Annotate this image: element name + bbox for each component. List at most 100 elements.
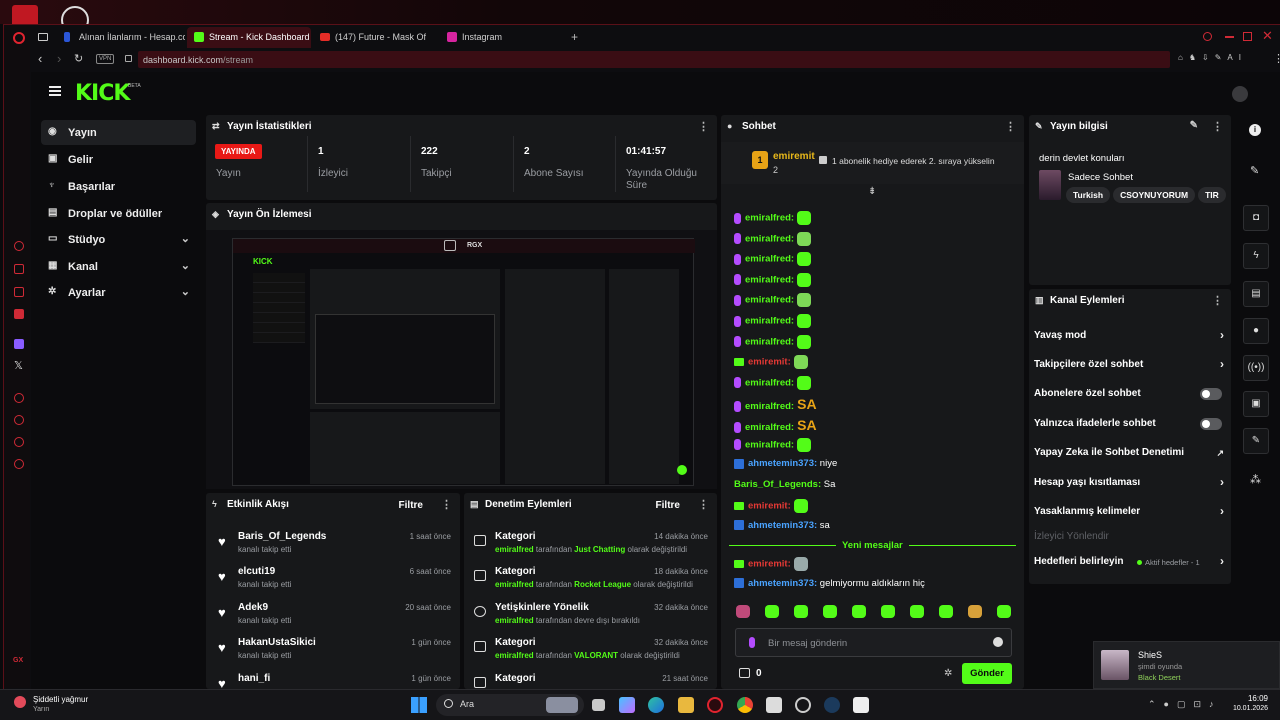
chat-username[interactable]: emiralfred: (745, 233, 794, 244)
action-account-age[interactable]: Hesap yaşı kısıtlaması › (1034, 470, 1224, 499)
chat-message[interactable]: emiralfred: (734, 211, 812, 229)
chat-message[interactable]: ahmetemin373: niye (734, 458, 837, 476)
app-icon-2[interactable] (853, 697, 869, 713)
tab-2[interactable]: Stream - Kick Dashboard (187, 27, 311, 48)
game-notification[interactable]: ShieS şimdi oyunda Black Desert (1093, 641, 1280, 689)
emote-icon[interactable] (765, 605, 779, 618)
gx-icon[interactable]: GX (13, 657, 23, 664)
action-set-goals[interactable]: Hedefleri belirleyin Aktif hedefler - 1 … (1034, 549, 1224, 578)
chat-username[interactable]: ahmetemin373: (748, 520, 817, 531)
more-icon[interactable]: ⋮ (698, 498, 709, 511)
action-ai-moderation[interactable]: Yapay Zeka ile Sohbet Denetimi ↗ (1034, 440, 1224, 469)
chat-message[interactable]: emiralfred: SA (734, 396, 817, 414)
sidebar-icon-2[interactable] (14, 264, 24, 274)
rail-button-broadcast[interactable]: ((•)) (1243, 355, 1269, 381)
nav-item-achievements[interactable]: ♆ Başarılar (41, 174, 196, 199)
tray-icons[interactable]: ⌃●▢⊡♪ (1148, 699, 1222, 710)
emote-icon[interactable] (910, 605, 924, 618)
nav-item-revenue[interactable]: ▣ Gelir (41, 147, 196, 172)
sidebar-icon-5[interactable] (14, 393, 24, 403)
chrome-icon[interactable] (737, 697, 753, 713)
tag[interactable]: CSOYNUYORUM (1113, 187, 1196, 203)
maximize-icon[interactable] (1243, 32, 1252, 41)
popout-icon[interactable] (444, 240, 456, 251)
tag[interactable]: Turkish (1066, 187, 1111, 203)
chat-username[interactable]: ahmetemin373: (748, 458, 817, 469)
more-icon[interactable]: ⋮ (1212, 120, 1223, 133)
info-icon[interactable]: i (1249, 124, 1261, 136)
settings-icon[interactable] (14, 459, 24, 469)
shapes-icon[interactable]: ⁂ (1250, 473, 1261, 486)
minimize-icon[interactable] (1225, 36, 1234, 38)
weather-icon[interactable] (14, 696, 26, 708)
toggle-switch[interactable] (1200, 388, 1222, 400)
send-button[interactable]: Gönder (962, 663, 1012, 684)
chat-username[interactable]: ahmetemin373: (748, 578, 817, 589)
extensions-icons[interactable]: ⌂♞⇩✎AI (1178, 53, 1268, 65)
chat-message[interactable]: ahmetemin373: gelmiyormu aldıkların hiç (734, 578, 925, 596)
chat-username[interactable]: emiremit: (748, 559, 791, 570)
emote-icon[interactable] (794, 605, 808, 618)
menu-icon[interactable]: ⋮ (1273, 52, 1280, 65)
tab-4[interactable]: Instagram (440, 27, 540, 48)
steam-icon[interactable] (824, 697, 840, 713)
chat-username[interactable]: emiralfred: (745, 254, 794, 265)
chat-message[interactable]: emiralfred: (734, 231, 812, 250)
forward-icon[interactable]: › (57, 51, 61, 66)
explorer-icon[interactable] (678, 697, 694, 713)
emote-icon[interactable] (997, 605, 1011, 618)
chat-message[interactable]: Baris_Of_Legends: Sa (734, 479, 835, 497)
search-tabs-icon[interactable] (1203, 32, 1212, 41)
rail-button-camera[interactable]: ◘ (1243, 205, 1269, 231)
action-subscribers-only[interactable]: Abonelere özel sohbet (1034, 381, 1224, 410)
tab-3[interactable]: (147) Future - Mask Of (313, 27, 433, 48)
action-slow-mode[interactable]: Yavaş mod › (1034, 323, 1224, 352)
sidebar-icon-4[interactable] (14, 309, 24, 319)
chat-username[interactable]: emiralfred: (745, 274, 794, 285)
chat-username[interactable]: emiremit: (748, 357, 791, 368)
nav-item-channel[interactable]: ▦ Kanal ⌄ (41, 254, 196, 279)
emote-icon[interactable] (823, 605, 837, 618)
x-icon[interactable]: 𝕏 (14, 361, 23, 372)
opera-logo-icon[interactable] (13, 32, 25, 44)
rail-button-wrench[interactable]: ✎ (1243, 428, 1269, 454)
copilot-icon[interactable] (619, 697, 635, 713)
reload-icon[interactable]: ↻ (74, 52, 83, 65)
sidebar-icon-3[interactable] (14, 287, 24, 297)
taskbar-search[interactable]: Ara (436, 694, 584, 716)
rail-button-notes[interactable]: ▤ (1243, 281, 1269, 307)
kick-logo[interactable]: KICK (75, 81, 130, 106)
action-followers-only[interactable]: Takipçilere özel sohbet › (1034, 352, 1224, 381)
emote-icon[interactable] (736, 605, 750, 618)
app-icon[interactable] (795, 697, 811, 713)
tag[interactable]: TIR (1198, 187, 1226, 203)
nav-item-drops[interactable]: ▤ Droplar ve ödüller (41, 201, 196, 226)
clock-icon[interactable] (14, 415, 24, 425)
chat-message[interactable]: emiremit: (734, 355, 808, 373)
chat-username[interactable]: emiralfred: (745, 316, 794, 327)
opera-gx-icon[interactable] (707, 697, 723, 713)
emote-icon[interactable] (968, 605, 982, 618)
filter-button[interactable]: Filtre (656, 500, 680, 511)
tab-panel-icon[interactable] (38, 33, 48, 41)
pencil-icon[interactable]: ✎ (1250, 164, 1259, 177)
chat-username[interactable]: emiralfred: (745, 295, 794, 306)
chat-message[interactable]: ahmetemin373: sa (734, 520, 830, 538)
chat-username[interactable]: emiralfred: (745, 439, 794, 450)
edge-icon[interactable] (648, 697, 664, 713)
chat-username[interactable]: Baris_Of_Legends: (734, 479, 821, 490)
emoji-icon[interactable] (993, 637, 1003, 647)
new-tab-icon[interactable]: + (571, 30, 578, 44)
chat-username[interactable]: emiralfred: (745, 377, 794, 388)
more-icon[interactable]: ⋮ (1005, 120, 1016, 133)
action-emotes-only[interactable]: Yalnızca ifadelerle sohbet (1034, 411, 1224, 440)
more-icon[interactable]: ⋮ (441, 498, 452, 511)
scroll-down-icon[interactable]: ⇟ (868, 186, 876, 197)
rail-button-layout[interactable]: ▣ (1243, 391, 1269, 417)
stream-preview-video[interactable]: KICK RGX (206, 230, 717, 489)
store-icon[interactable] (766, 697, 782, 713)
emote-icon[interactable] (852, 605, 866, 618)
chat-username[interactable]: emiralfred: (745, 336, 794, 347)
chat-username[interactable]: emiralfred: (745, 422, 794, 433)
chat-username[interactable]: emiralfred: (745, 213, 794, 224)
